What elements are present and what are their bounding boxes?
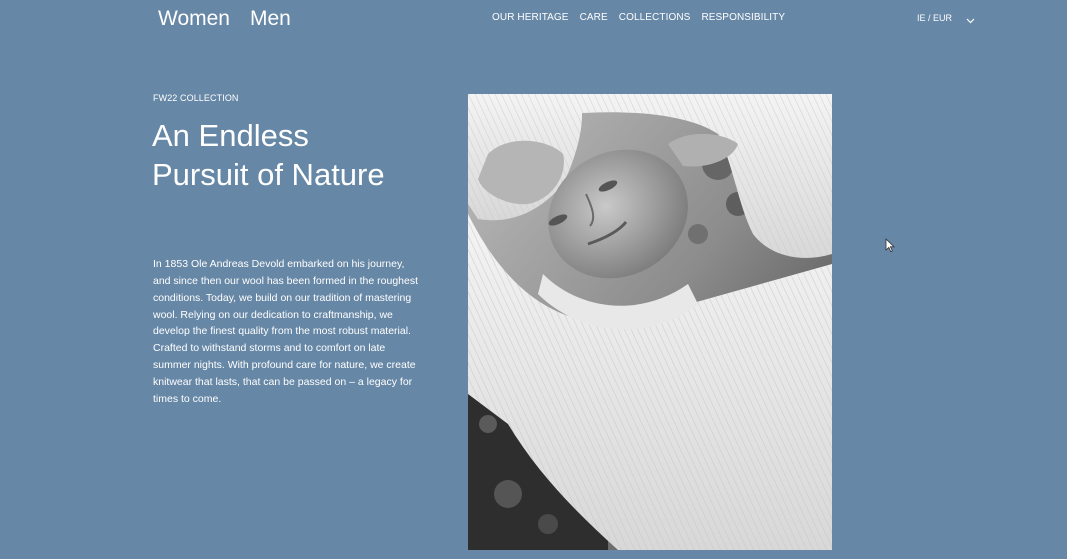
hero-title: An Endless Pursuit of Nature — [152, 118, 385, 192]
mouse-pointer-icon — [885, 238, 895, 253]
nav-collections[interactable]: COLLECTIONS — [619, 12, 691, 24]
locale-label: IE / EUR — [917, 13, 953, 23]
locale-selector[interactable]: IE / EUR — [917, 12, 975, 24]
collection-eyebrow: FW22 COLLECTION — [153, 93, 239, 103]
chevron-down-icon — [966, 15, 975, 24]
main-nav: OUR HERITAGE CARE COLLECTIONS RESPONSIBI… — [492, 12, 785, 24]
hero-photo — [468, 94, 832, 550]
nav-care[interactable]: CARE — [580, 12, 608, 24]
nav-responsibility[interactable]: RESPONSIBILITY — [701, 12, 785, 24]
gender-nav: Women Men — [158, 6, 291, 32]
nav-our-heritage[interactable]: OUR HERITAGE — [492, 12, 569, 24]
hero-body-text: In 1853 Ole Andreas Devold embarked on h… — [153, 258, 419, 405]
nav-men-link[interactable]: Men — [250, 6, 291, 32]
nav-women-link[interactable]: Women — [158, 6, 230, 32]
